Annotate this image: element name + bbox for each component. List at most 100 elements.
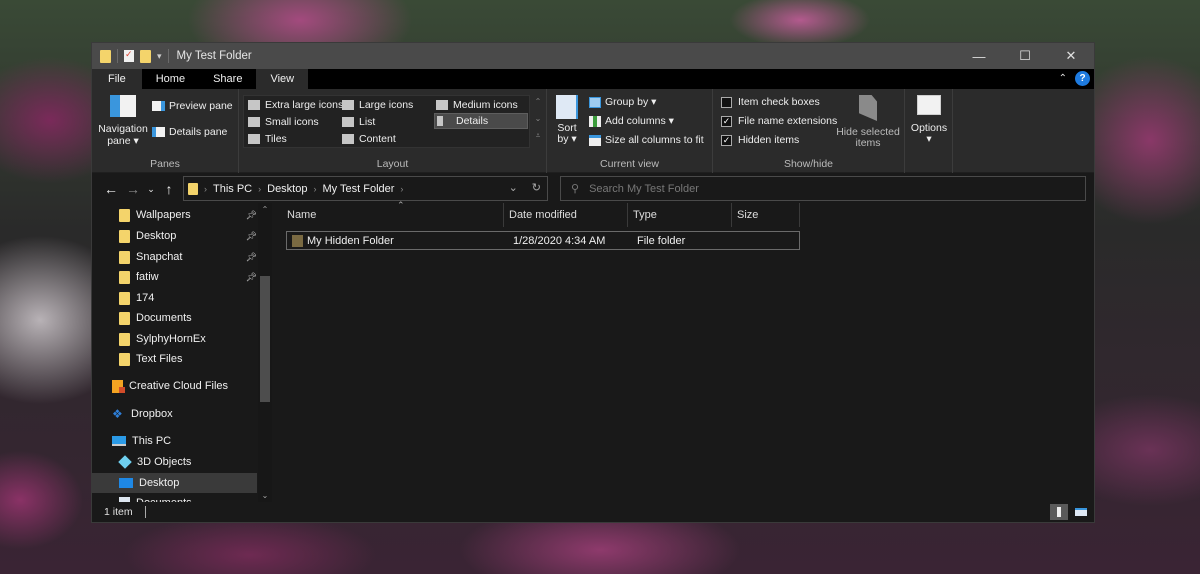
sidebar-item-documents[interactable]: Documents (92, 493, 257, 502)
sidebar-item-fatiw[interactable]: fatiw 📌︎ (92, 267, 257, 287)
address-bar[interactable]: › This PC › Desktop › My Test Folder › ⌄… (183, 176, 548, 201)
customize-toolbar-dropdown-icon[interactable]: ▾ (157, 51, 162, 62)
sidebar-item-dropbox[interactable]: ❖ Dropbox (92, 404, 257, 424)
sidebar-item-creative-cloud-files[interactable]: Creative Cloud Files (92, 376, 257, 396)
item-check-boxes-label: Item check boxes (738, 96, 820, 108)
chevron-right-icon[interactable]: › (398, 184, 405, 194)
sidebar-item-desktop[interactable]: Desktop (92, 473, 257, 493)
sidebar-item-this-pc[interactable]: This PC (92, 431, 257, 451)
options-button[interactable]: Options ▾ (909, 95, 949, 145)
column-header-type[interactable]: Type (628, 203, 732, 227)
refresh-icon[interactable]: ↻ (532, 181, 541, 194)
sidebar-item-sylphyhornex[interactable]: SylphyHornEx (92, 329, 257, 349)
dropbox-icon: ❖ (112, 406, 123, 421)
breadcrumb-desktop[interactable]: Desktop (263, 183, 311, 195)
column-header-label: Type (633, 209, 657, 221)
hidden-items-toggle[interactable]: ✓ Hidden items (721, 134, 799, 146)
file-row[interactable]: My Hidden Folder 1/28/2020 4:34 AM File … (286, 231, 800, 250)
sidebar-item-text-files[interactable]: Text Files (92, 349, 257, 369)
preview-pane-button[interactable]: Preview pane (152, 100, 233, 112)
help-icon[interactable]: ? (1075, 71, 1090, 86)
sidebar-item-wallpapers[interactable]: Wallpapers 📌︎ (92, 205, 257, 225)
chevron-right-icon[interactable]: › (256, 184, 263, 194)
minimize-button[interactable]: — (956, 43, 1002, 69)
scroll-up-icon[interactable]: ⌃ (533, 93, 543, 110)
close-button[interactable]: ✕ (1048, 43, 1094, 69)
hide-selected-icon (859, 95, 877, 121)
breadcrumb-this-pc[interactable]: This PC (209, 183, 256, 195)
chevron-right-icon[interactable]: › (311, 184, 318, 194)
collapse-ribbon-icon[interactable]: ⌃ (1059, 73, 1067, 84)
add-columns-button[interactable]: Add columns ▾ (589, 115, 674, 127)
window-title: My Test Folder (176, 50, 252, 62)
pin-icon[interactable]: 📌︎ (246, 231, 257, 242)
properties-icon[interactable] (124, 49, 134, 62)
tab-file[interactable]: File (92, 69, 142, 89)
file-name-extensions-toggle[interactable]: ✓ File name extensions (721, 115, 837, 127)
layout-extra-large-icons[interactable]: Extra large icons (248, 97, 343, 113)
sort-by-button[interactable]: Sort by ▾ (554, 95, 580, 145)
divider (144, 506, 146, 518)
column-header-size[interactable]: Size (732, 203, 800, 227)
sort-by-icon (556, 95, 578, 119)
hide-selected-items-button[interactable]: Hide selected items (835, 95, 901, 149)
layout-large-icons[interactable]: Large icons (342, 97, 413, 113)
ribbon-tabs: File Home Share View ⌃ ? (92, 69, 1094, 89)
layout-medium-icons[interactable]: Medium icons (436, 97, 518, 113)
expand-gallery-icon[interactable]: ⩡ (533, 127, 543, 144)
details-pane-button[interactable]: Details pane (152, 126, 227, 138)
item-check-boxes-toggle[interactable]: Item check boxes (721, 96, 820, 108)
file-name-extensions-checkbox[interactable]: ✓ (721, 115, 732, 127)
hidden-items-checkbox[interactable]: ✓ (721, 134, 732, 146)
new-folder-icon[interactable] (140, 49, 151, 63)
tab-home[interactable]: Home (142, 69, 199, 89)
folder-icon (119, 291, 130, 305)
scroll-down-icon[interactable]: ⌄ (533, 110, 543, 127)
item-check-boxes-checkbox[interactable] (721, 96, 732, 108)
sidebar-item-documents-quick[interactable]: Documents (92, 308, 257, 328)
scroll-up-icon[interactable]: ⌃ (258, 205, 272, 214)
details-view-button[interactable] (1050, 504, 1068, 520)
layout-content[interactable]: Content (342, 131, 396, 147)
maximize-button[interactable]: ☐ (1002, 43, 1048, 69)
folder-icon (119, 208, 130, 222)
pin-icon[interactable]: 📌︎ (246, 252, 257, 263)
sidebar-scroll-thumb[interactable] (260, 276, 270, 402)
navigation-pane-dropdown: pane ▾ (107, 135, 139, 147)
tab-share[interactable]: Share (199, 69, 256, 89)
large-icons-view-button[interactable] (1072, 504, 1090, 520)
layout-list[interactable]: List (342, 114, 375, 130)
scroll-down-icon[interactable]: ⌄ (258, 491, 272, 500)
search-icon: ⚲ (571, 183, 580, 195)
search-input[interactable]: Search My Test Folder (589, 183, 699, 195)
navigation-pane-button[interactable]: Navigation pane ▾ (98, 95, 148, 147)
layout-tiles[interactable]: Tiles (248, 131, 287, 147)
sidebar-scrollbar[interactable]: ⌃ ⌄ (258, 203, 272, 502)
sidebar-item-desktop-pinned[interactable]: Desktop 📌︎ (92, 226, 257, 246)
column-header-date-modified[interactable]: Date modified (504, 203, 628, 227)
forward-button[interactable]: → (122, 181, 144, 197)
layout-small-icons[interactable]: Small icons (248, 114, 319, 130)
layout-details[interactable]: Details (434, 113, 528, 129)
recent-locations-button[interactable]: ⌄ (144, 184, 158, 195)
size-all-columns-button[interactable]: Size all columns to fit (589, 134, 704, 146)
sidebar-item-3d-objects[interactable]: 3D Objects (92, 452, 257, 472)
panes-group: Navigation pane ▾ Preview pane Details p… (92, 89, 239, 173)
back-button[interactable]: ← (100, 181, 122, 197)
layout-gallery-scroll[interactable]: ⌃ ⌄ ⩡ (533, 93, 543, 144)
sidebar-item-snapchat[interactable]: Snapchat 📌︎ (92, 247, 257, 267)
group-by-button[interactable]: Group by ▾ (589, 96, 656, 108)
sidebar-item-label: Text Files (136, 353, 183, 365)
sidebar-item-174[interactable]: 174 (92, 288, 257, 308)
folder-icon (100, 49, 111, 63)
address-history-dropdown-icon[interactable]: ⌄ (509, 181, 518, 194)
pin-icon[interactable]: 📌︎ (246, 210, 257, 221)
search-box[interactable]: ⚲ Search My Test Folder (560, 176, 1086, 201)
up-button[interactable]: ↑ (158, 181, 180, 197)
chevron-right-icon[interactable]: › (202, 184, 209, 194)
layout-item-label: Content (359, 133, 396, 145)
pin-icon[interactable]: 📌︎ (246, 272, 257, 283)
breadcrumb-my-test-folder[interactable]: My Test Folder (318, 183, 398, 195)
tab-view[interactable]: View (256, 69, 309, 89)
column-header-name[interactable]: Name ⌃ (282, 200, 504, 227)
